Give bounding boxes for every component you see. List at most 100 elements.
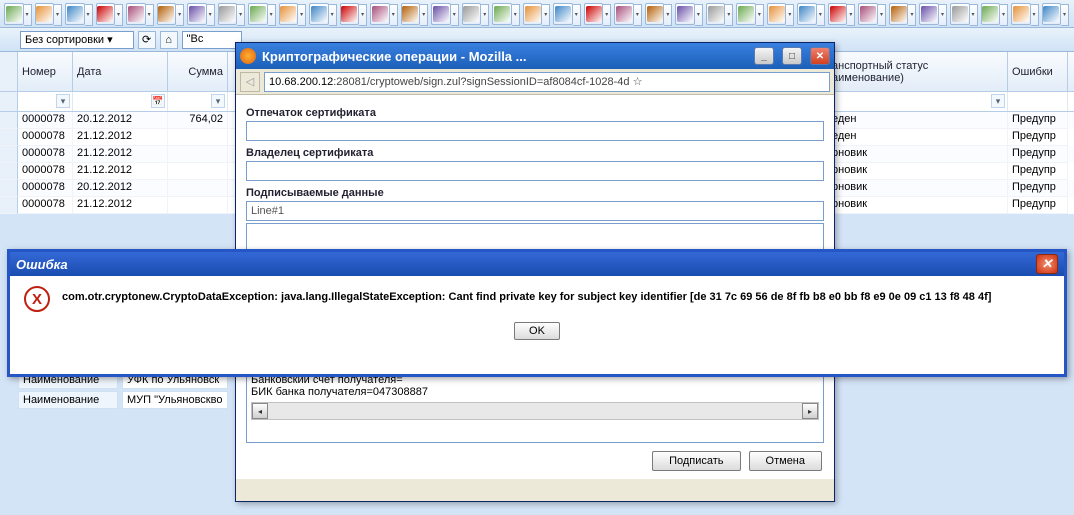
save-button[interactable]: ▾ <box>187 3 207 25</box>
shield-button[interactable]: ▾ <box>706 3 726 25</box>
preview-button[interactable]: ▾ <box>523 3 543 25</box>
dropdown-icon[interactable]: ▾ <box>817 4 825 26</box>
stamp-user-button[interactable]: ▾ <box>370 3 390 25</box>
url-input[interactable]: 10.68.200.12:28081/cryptoweb/sign.zul?si… <box>264 72 830 92</box>
minimize-button[interactable]: _ <box>754 47 774 65</box>
scroll-left-icon[interactable]: ◂ <box>252 403 268 419</box>
stamp-ok-button[interactable]: ▾ <box>340 3 360 25</box>
page-button[interactable]: ▾ <box>675 3 695 25</box>
dropdown-icon[interactable]: ▾ <box>542 4 550 26</box>
world-button[interactable]: ▾ <box>981 3 1001 25</box>
sign-button[interactable]: ▾ <box>584 3 604 25</box>
maximize-button[interactable]: □ <box>782 47 802 65</box>
dropdown-icon[interactable]: ▾ <box>878 4 886 26</box>
dropdown-icon[interactable]: ▾ <box>786 4 794 26</box>
doc-plus-button[interactable]: ▾ <box>96 3 116 25</box>
col-date[interactable]: Дата <box>73 52 168 91</box>
dropdown-icon[interactable]: ▾ <box>1031 4 1039 26</box>
dropdown-icon[interactable]: ▾ <box>115 4 123 26</box>
refresh-icon[interactable]: ⟳ <box>138 31 156 49</box>
export-button[interactable]: ▾ <box>1042 3 1062 25</box>
cancel-button[interactable]: Отмена <box>749 451 822 471</box>
filter-icon[interactable]: ▾ <box>991 94 1005 108</box>
stamp-x-button[interactable]: ▾ <box>309 3 329 25</box>
sign-line-field[interactable] <box>246 201 824 221</box>
cert-owner-field[interactable] <box>246 161 824 181</box>
dropdown-icon[interactable]: ▾ <box>695 4 703 26</box>
dropdown-icon[interactable]: ▾ <box>573 4 581 26</box>
calendar-icon[interactable]: 📅 <box>151 94 165 108</box>
doc-view-button[interactable]: ▾ <box>553 3 573 25</box>
print-button[interactable]: ▾ <box>431 3 451 25</box>
dropdown-icon[interactable]: ▾ <box>1000 4 1008 26</box>
dropdown-icon[interactable]: ▾ <box>24 4 32 26</box>
book-button[interactable]: ▾ <box>950 3 970 25</box>
home-icon[interactable]: ⌂ <box>160 31 178 49</box>
scroll-right-icon[interactable]: ▸ <box>802 403 818 419</box>
scope-select[interactable]: "Вс <box>182 31 242 49</box>
dropdown-icon[interactable]: ▾ <box>329 4 337 26</box>
window-titlebar[interactable]: Криптографические операции - Mozilla ...… <box>236 43 834 69</box>
dropdown-icon[interactable]: ▾ <box>634 4 642 26</box>
plus-button[interactable]: ▾ <box>1011 3 1031 25</box>
ok-button[interactable]: OK <box>514 322 560 340</box>
nav-back-icon[interactable]: ◁ <box>240 72 260 92</box>
ok-check-button[interactable]: ▾ <box>218 3 238 25</box>
dropdown-icon[interactable]: ▾ <box>1061 4 1069 26</box>
dropdown-icon[interactable]: ▾ <box>664 4 672 26</box>
horizontal-scrollbar[interactable]: ◂ ▸ <box>251 402 819 420</box>
dropdown-icon[interactable]: ▾ <box>970 4 978 26</box>
dropdown-icon[interactable]: ▾ <box>847 4 855 26</box>
dropdown-icon[interactable]: ▾ <box>603 4 611 26</box>
sign-button[interactable]: Подписать <box>652 451 740 471</box>
page-button[interactable]: ▾ <box>645 3 665 25</box>
arrow-button[interactable]: ▾ <box>919 3 939 25</box>
dropdown-icon[interactable]: ▾ <box>420 4 428 26</box>
dropdown-icon[interactable]: ▾ <box>237 4 245 26</box>
dropdown-icon[interactable]: ▾ <box>756 4 764 26</box>
col-errors[interactable]: Ошибки <box>1008 52 1068 91</box>
col-number[interactable]: Номер <box>18 52 73 91</box>
close-button[interactable]: ✕ <box>810 47 830 65</box>
filter-icon[interactable]: ▾ <box>211 94 225 108</box>
dropdown-icon[interactable]: ▾ <box>85 4 93 26</box>
stamp-button[interactable]: ▾ <box>279 3 299 25</box>
dropdown-icon[interactable]: ▾ <box>54 4 62 26</box>
col-transport-status[interactable]: анспортный статус аименование) <box>828 52 1008 91</box>
refresh-button[interactable]: ▾ <box>126 3 146 25</box>
doc-button[interactable]: ▾ <box>4 3 24 25</box>
dropdown-icon[interactable]: ▾ <box>359 4 367 26</box>
filter-icon[interactable]: ▾ <box>56 94 70 108</box>
dropdown-icon[interactable]: ▾ <box>908 4 916 26</box>
dropdown-icon[interactable]: ▾ <box>451 4 459 26</box>
dropdown-icon[interactable]: ▾ <box>207 4 215 26</box>
shield-red-button[interactable]: ▾ <box>889 3 909 25</box>
settings-button[interactable]: ▾ <box>858 3 878 25</box>
world-button[interactable]: ▾ <box>767 3 787 25</box>
col-sum[interactable]: Сумма <box>168 52 228 91</box>
tools-button[interactable]: ▾ <box>828 3 848 25</box>
close-button[interactable]: ✕ <box>1036 254 1058 274</box>
cancel-button[interactable]: ▾ <box>401 3 421 25</box>
dropdown-icon[interactable]: ▾ <box>268 4 276 26</box>
dropdown-icon[interactable]: ▾ <box>725 4 733 26</box>
error-titlebar[interactable]: Ошибка ✕ <box>10 252 1064 276</box>
export-button[interactable]: ▾ <box>492 3 512 25</box>
dropdown-icon[interactable]: ▾ <box>390 4 398 26</box>
cert-fingerprint-field[interactable] <box>246 121 824 141</box>
attach-button[interactable]: ▾ <box>614 3 634 25</box>
dropdown-icon[interactable]: ▾ <box>512 4 520 26</box>
unlock-button[interactable]: ▾ <box>736 3 756 25</box>
import-button[interactable]: ▾ <box>248 3 268 25</box>
dropdown-icon[interactable]: ▾ <box>298 4 306 26</box>
dropdown-icon[interactable]: ▾ <box>939 4 947 26</box>
doc-new-button[interactable]: ▾ <box>35 3 55 25</box>
tools-button[interactable]: ▾ <box>797 3 817 25</box>
dropdown-icon[interactable]: ▾ <box>146 4 154 26</box>
doc-new-button[interactable]: ▾ <box>65 3 85 25</box>
print-all-button[interactable]: ▾ <box>462 3 482 25</box>
dropdown-icon[interactable]: ▾ <box>481 4 489 26</box>
dropdown-icon[interactable]: ▾ <box>176 4 184 26</box>
sort-select[interactable]: Без сортировки ▾ <box>20 31 134 49</box>
search-button[interactable]: ▾ <box>157 3 177 25</box>
